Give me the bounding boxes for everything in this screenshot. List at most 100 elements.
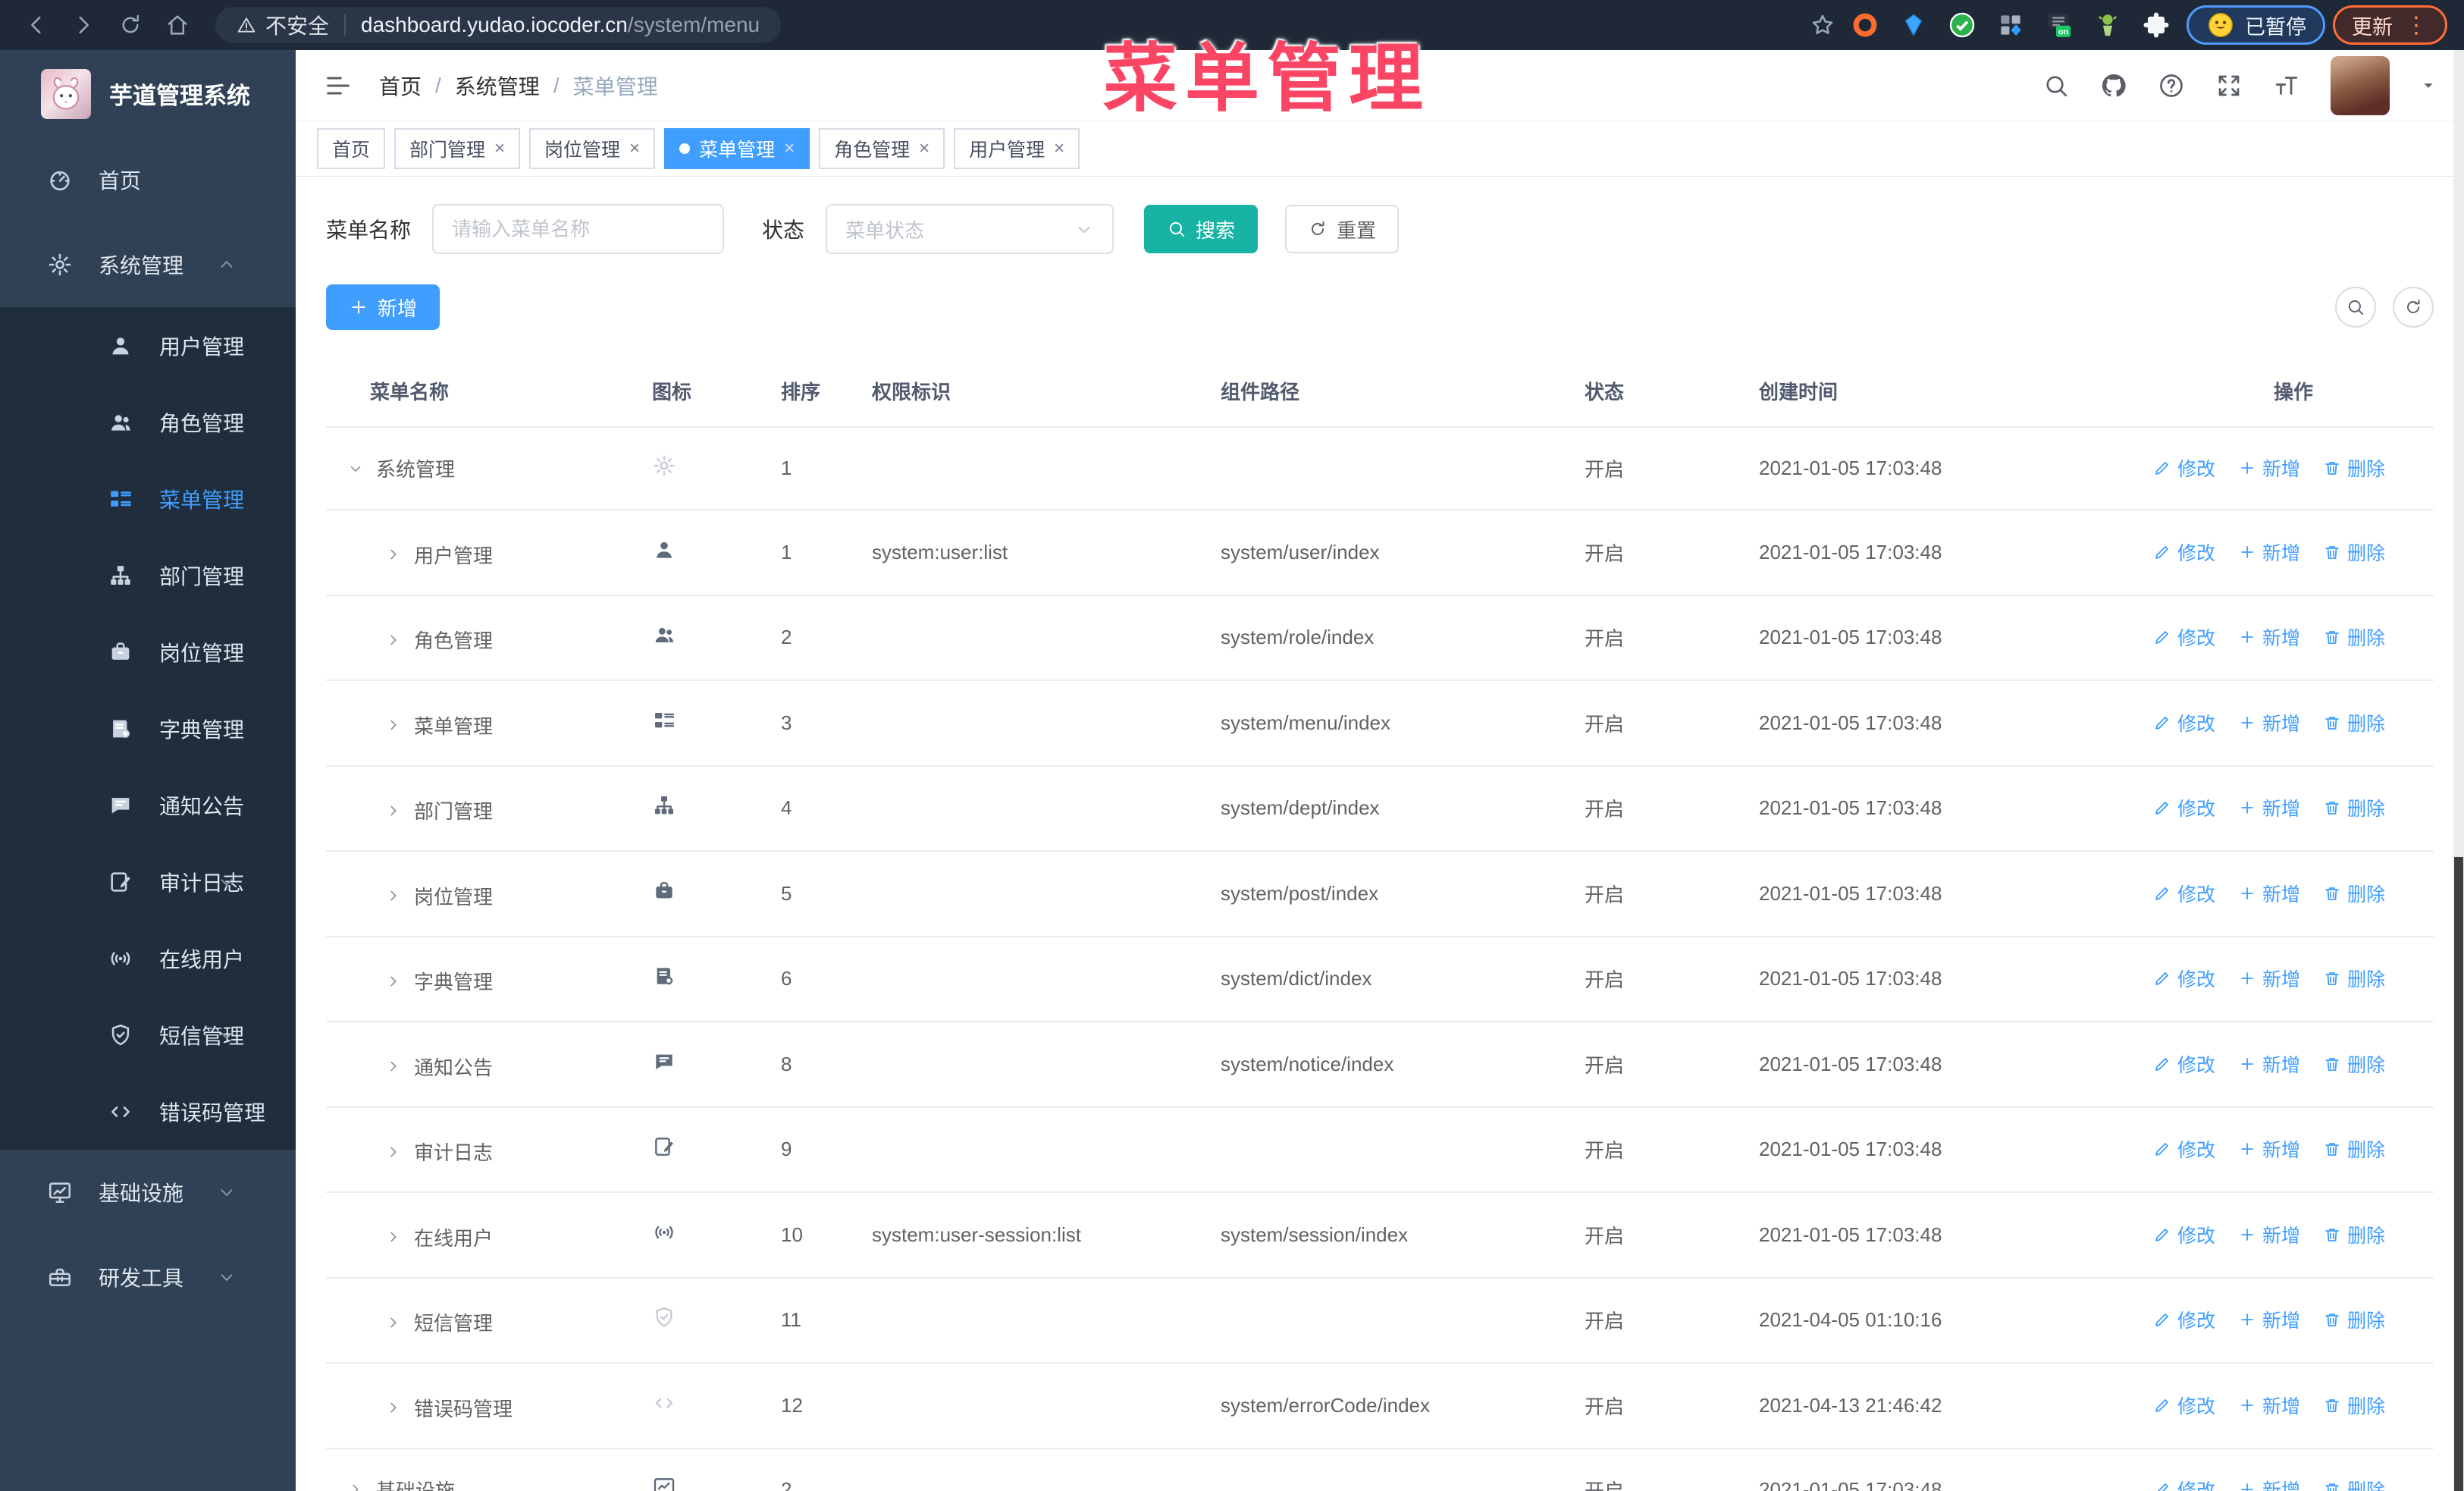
edit-link[interactable]: 修改 [2153,538,2215,566]
tab-角色管理[interactable]: 角色管理 × [819,128,945,169]
on-badge-extension-icon[interactable]: on [2044,10,2074,40]
caret-down-icon[interactable] [2420,77,2437,94]
sidebar-item-4[interactable]: 角色管理 [0,384,296,460]
row-expand-caret-icon[interactable] [385,1314,402,1331]
add-button[interactable]: 新增 [326,284,440,330]
sidebar-item-5[interactable]: 菜单管理 [0,460,296,537]
add-row-link[interactable]: 新增 [2238,1306,2300,1333]
delete-link[interactable]: 删除 [2323,1221,2385,1248]
menu-name-input[interactable] [432,204,725,254]
edit-link[interactable]: 修改 [2153,454,2215,482]
search-button[interactable]: 搜索 [1144,205,1259,253]
close-tab-icon[interactable]: × [919,138,929,159]
add-row-link[interactable]: 新增 [2238,538,2300,566]
refresh-table-button[interactable] [2393,287,2434,328]
breadcrumb-item[interactable]: 菜单管理 [573,71,658,101]
row-expand-caret-icon[interactable] [385,973,402,990]
sidebar-collapse-icon[interactable] [323,71,353,101]
breadcrumb-item[interactable]: 首页 [379,71,422,101]
home-icon[interactable] [158,5,197,45]
status-select[interactable]: 菜单状态 [826,204,1114,254]
edit-link[interactable]: 修改 [2153,880,2215,907]
green-check-extension-icon[interactable] [1947,10,1977,40]
sidebar-item-15[interactable]: 研发工具 [0,1235,296,1320]
sidebar-item-6[interactable]: 部门管理 [0,537,296,614]
delete-link[interactable]: 删除 [2323,1306,2385,1333]
edit-link[interactable]: 修改 [2153,794,2215,821]
paused-extension-badge[interactable]: 已暂停 [2187,5,2325,45]
tab-用户管理[interactable]: 用户管理 × [954,128,1080,169]
delete-link[interactable]: 删除 [2323,623,2385,651]
reset-button[interactable]: 重置 [1285,205,1400,253]
delete-link[interactable]: 删除 [2323,1050,2385,1078]
row-expand-caret-icon[interactable] [385,887,402,904]
edit-link[interactable]: 修改 [2153,1135,2215,1163]
edit-link[interactable]: 修改 [2153,1476,2215,1491]
close-tab-icon[interactable]: × [784,138,795,159]
delete-link[interactable]: 删除 [2323,1392,2385,1419]
scrollbar-thumb[interactable] [2454,857,2463,1491]
delete-link[interactable]: 删除 [2323,709,2385,736]
row-expand-caret-icon[interactable] [385,802,402,819]
edit-link[interactable]: 修改 [2153,1306,2215,1333]
sidebar-item-10[interactable]: 审计日志 [0,843,296,920]
sidebar-item-12[interactable]: 短信管理 [0,997,296,1073]
row-expand-caret-icon[interactable] [385,546,402,563]
edit-link[interactable]: 修改 [2153,1050,2215,1078]
sidebar-item-1[interactable]: 首页 [0,137,296,222]
delete-link[interactable]: 删除 [2323,880,2385,907]
delete-link[interactable]: 删除 [2323,1135,2385,1163]
github-icon[interactable] [2100,72,2127,99]
back-icon[interactable] [17,5,56,45]
sidebar-item-2[interactable]: 系统管理 [0,222,296,307]
edit-link[interactable]: 修改 [2153,1392,2215,1419]
tab-岗位管理[interactable]: 岗位管理 × [529,128,656,169]
grid-extension-icon[interactable] [1995,10,2026,40]
add-row-link[interactable]: 新增 [2238,1135,2300,1163]
tab-菜单管理[interactable]: 菜单管理 × [664,128,810,169]
green-bot-extension-icon[interactable] [2093,10,2123,40]
page-scrollbar[interactable] [2453,50,2464,1491]
add-row-link[interactable]: 新增 [2238,880,2300,907]
update-button[interactable]: 更新 ⋮ [2333,5,2447,45]
delete-link[interactable]: 删除 [2323,965,2385,992]
sidebar-item-3[interactable]: 用户管理 [0,307,296,384]
edit-link[interactable]: 修改 [2153,1221,2215,1248]
row-expand-caret-icon[interactable] [347,460,364,477]
address-bar[interactable]: 不安全 dashboard.yudao.iocoder.cn/system/me… [215,7,782,43]
delete-link[interactable]: 删除 [2323,794,2385,821]
fullscreen-icon[interactable] [2215,72,2243,99]
close-tab-icon[interactable]: × [494,138,505,159]
edit-link[interactable]: 修改 [2153,709,2215,736]
row-expand-caret-icon[interactable] [385,1144,402,1160]
sidebar-item-7[interactable]: 岗位管理 [0,614,296,690]
tab-部门管理[interactable]: 部门管理 × [394,128,521,169]
orange-ring-extension-icon[interactable] [1850,10,1880,40]
puzzle-extensions-icon[interactable] [2141,10,2171,40]
row-expand-caret-icon[interactable] [347,1481,364,1491]
close-tab-icon[interactable]: × [629,138,640,159]
sidebar-item-14[interactable]: 基础设施 [0,1150,296,1235]
forward-icon[interactable] [64,5,103,45]
add-row-link[interactable]: 新增 [2238,1050,2300,1078]
add-row-link[interactable]: 新增 [2238,1221,2300,1248]
edit-link[interactable]: 修改 [2153,965,2215,992]
blue-gem-extension-icon[interactable] [1898,10,1929,40]
add-row-link[interactable]: 新增 [2238,965,2300,992]
delete-link[interactable]: 删除 [2323,538,2385,566]
breadcrumb-item[interactable]: 系统管理 [455,71,540,101]
avatar[interactable] [2331,55,2390,115]
row-expand-caret-icon[interactable] [385,632,402,648]
bookmark-star-icon[interactable] [1803,5,1842,45]
sidebar-item-13[interactable]: 错误码管理 [0,1073,296,1150]
sidebar-item-8[interactable]: 字典管理 [0,690,296,767]
app-logo-row[interactable]: 芋道管理系统 [0,50,296,137]
kebab-menu-icon[interactable]: ⋮ [2405,12,2428,39]
add-row-link[interactable]: 新增 [2238,794,2300,821]
search-icon[interactable] [2042,72,2070,99]
add-row-link[interactable]: 新增 [2238,623,2300,651]
add-row-link[interactable]: 新增 [2238,1392,2300,1419]
row-expand-caret-icon[interactable] [385,1058,402,1075]
add-row-link[interactable]: 新增 [2238,454,2300,482]
row-expand-caret-icon[interactable] [385,1229,402,1245]
